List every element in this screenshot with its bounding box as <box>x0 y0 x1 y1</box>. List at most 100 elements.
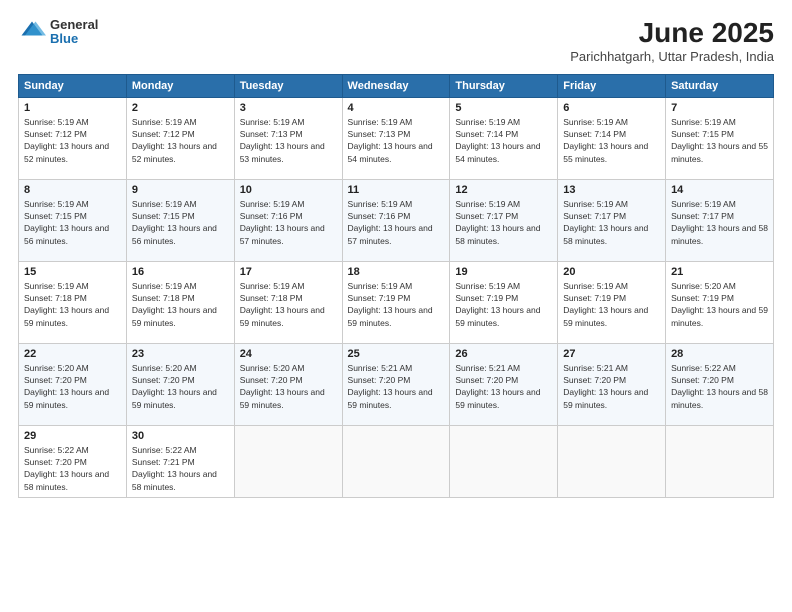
day-info: Sunrise: 5:19 AMSunset: 7:13 PMDaylight:… <box>240 116 337 165</box>
weekday-header-row: Sunday Monday Tuesday Wednesday Thursday… <box>19 74 774 97</box>
day-number: 16 <box>132 266 229 278</box>
day-info: Sunrise: 5:22 AMSunset: 7:20 PMDaylight:… <box>24 444 121 493</box>
logo-blue: Blue <box>50 32 98 46</box>
day-number: 2 <box>132 102 229 114</box>
table-row: 17 Sunrise: 5:19 AMSunset: 7:18 PMDayligh… <box>234 261 342 343</box>
calendar-row: 15 Sunrise: 5:19 AMSunset: 7:18 PMDayligh… <box>19 261 774 343</box>
table-row: 28 Sunrise: 5:22 AMSunset: 7:20 PMDayligh… <box>666 343 774 425</box>
header-friday: Friday <box>558 74 666 97</box>
logo: General Blue <box>18 18 98 47</box>
day-number: 17 <box>240 266 337 278</box>
table-row: 9 Sunrise: 5:19 AMSunset: 7:15 PMDaylight… <box>126 179 234 261</box>
day-number: 5 <box>455 102 552 114</box>
day-number: 26 <box>455 348 552 360</box>
day-info: Sunrise: 5:20 AMSunset: 7:20 PMDaylight:… <box>24 362 121 411</box>
header-thursday: Thursday <box>450 74 558 97</box>
day-info: Sunrise: 5:20 AMSunset: 7:20 PMDaylight:… <box>240 362 337 411</box>
empty-cell <box>666 425 774 497</box>
day-info: Sunrise: 5:19 AMSunset: 7:16 PMDaylight:… <box>348 198 445 247</box>
table-row: 10 Sunrise: 5:19 AMSunset: 7:16 PMDayligh… <box>234 179 342 261</box>
day-number: 22 <box>24 348 121 360</box>
table-row: 29 Sunrise: 5:22 AMSunset: 7:20 PMDayligh… <box>19 425 127 497</box>
day-number: 30 <box>132 430 229 442</box>
day-info: Sunrise: 5:19 AMSunset: 7:19 PMDaylight:… <box>563 280 660 329</box>
day-number: 9 <box>132 184 229 196</box>
empty-cell <box>234 425 342 497</box>
header-monday: Monday <box>126 74 234 97</box>
day-number: 20 <box>563 266 660 278</box>
table-row: 2 Sunrise: 5:19 AMSunset: 7:12 PMDaylight… <box>126 97 234 179</box>
day-info: Sunrise: 5:19 AMSunset: 7:12 PMDaylight:… <box>132 116 229 165</box>
day-number: 25 <box>348 348 445 360</box>
header: General Blue June 2025 Parichhatgarh, Ut… <box>18 18 774 64</box>
day-number: 10 <box>240 184 337 196</box>
table-row: 3 Sunrise: 5:19 AMSunset: 7:13 PMDaylight… <box>234 97 342 179</box>
day-info: Sunrise: 5:19 AMSunset: 7:14 PMDaylight:… <box>563 116 660 165</box>
table-row: 6 Sunrise: 5:19 AMSunset: 7:14 PMDaylight… <box>558 97 666 179</box>
day-number: 8 <box>24 184 121 196</box>
day-info: Sunrise: 5:19 AMSunset: 7:17 PMDaylight:… <box>671 198 768 247</box>
month-title: June 2025 <box>570 18 774 49</box>
table-row: 12 Sunrise: 5:19 AMSunset: 7:17 PMDayligh… <box>450 179 558 261</box>
day-number: 3 <box>240 102 337 114</box>
day-info: Sunrise: 5:19 AMSunset: 7:18 PMDaylight:… <box>240 280 337 329</box>
day-number: 29 <box>24 430 121 442</box>
day-number: 28 <box>671 348 768 360</box>
table-row: 22 Sunrise: 5:20 AMSunset: 7:20 PMDayligh… <box>19 343 127 425</box>
table-row: 20 Sunrise: 5:19 AMSunset: 7:19 PMDayligh… <box>558 261 666 343</box>
calendar-table: Sunday Monday Tuesday Wednesday Thursday… <box>18 74 774 498</box>
calendar-row: 1 Sunrise: 5:19 AMSunset: 7:12 PMDaylight… <box>19 97 774 179</box>
table-row: 1 Sunrise: 5:19 AMSunset: 7:12 PMDaylight… <box>19 97 127 179</box>
calendar-row: 29 Sunrise: 5:22 AMSunset: 7:20 PMDayligh… <box>19 425 774 497</box>
table-row: 18Sunrise: 5:19 AMSunset: 7:19 PMDayligh… <box>342 261 450 343</box>
day-info: Sunrise: 5:19 AMSunset: 7:18 PMDaylight:… <box>132 280 229 329</box>
day-number: 11 <box>348 184 445 196</box>
header-saturday: Saturday <box>666 74 774 97</box>
table-row: 16 Sunrise: 5:19 AMSunset: 7:18 PMDayligh… <box>126 261 234 343</box>
table-row: 11 Sunrise: 5:19 AMSunset: 7:16 PMDayligh… <box>342 179 450 261</box>
day-info: Sunrise: 5:21 AMSunset: 7:20 PMDaylight:… <box>563 362 660 411</box>
empty-cell <box>450 425 558 497</box>
day-info: Sunrise: 5:19 AMSunset: 7:15 PMDaylight:… <box>132 198 229 247</box>
calendar-row: 22 Sunrise: 5:20 AMSunset: 7:20 PMDayligh… <box>19 343 774 425</box>
day-info: Sunrise: 5:22 AMSunset: 7:21 PMDaylight:… <box>132 444 229 493</box>
day-info: Sunrise: 5:22 AMSunset: 7:20 PMDaylight:… <box>671 362 768 411</box>
subtitle: Parichhatgarh, Uttar Pradesh, India <box>570 49 774 64</box>
logo-general: General <box>50 18 98 32</box>
day-number: 7 <box>671 102 768 114</box>
day-number: 27 <box>563 348 660 360</box>
table-row: 19Sunrise: 5:19 AMSunset: 7:19 PMDayligh… <box>450 261 558 343</box>
empty-cell <box>558 425 666 497</box>
header-sunday: Sunday <box>19 74 127 97</box>
table-row: 25Sunrise: 5:21 AMSunset: 7:20 PMDayligh… <box>342 343 450 425</box>
day-info: Sunrise: 5:19 AMSunset: 7:18 PMDaylight:… <box>24 280 121 329</box>
day-number: 15 <box>24 266 121 278</box>
day-info: Sunrise: 5:19 AMSunset: 7:17 PMDaylight:… <box>563 198 660 247</box>
day-info: Sunrise: 5:19 AMSunset: 7:12 PMDaylight:… <box>24 116 121 165</box>
table-row: 13 Sunrise: 5:19 AMSunset: 7:17 PMDayligh… <box>558 179 666 261</box>
header-tuesday: Tuesday <box>234 74 342 97</box>
day-info: Sunrise: 5:19 AMSunset: 7:15 PMDaylight:… <box>671 116 768 165</box>
day-number: 21 <box>671 266 768 278</box>
day-number: 12 <box>455 184 552 196</box>
day-info: Sunrise: 5:21 AMSunset: 7:20 PMDaylight:… <box>455 362 552 411</box>
day-number: 1 <box>24 102 121 114</box>
day-info: Sunrise: 5:19 AMSunset: 7:16 PMDaylight:… <box>240 198 337 247</box>
day-info: Sunrise: 5:19 AMSunset: 7:19 PMDaylight:… <box>455 280 552 329</box>
table-row: 23Sunrise: 5:20 AMSunset: 7:20 PMDayligh… <box>126 343 234 425</box>
logo-text: General Blue <box>50 18 98 47</box>
day-info: Sunrise: 5:19 AMSunset: 7:17 PMDaylight:… <box>455 198 552 247</box>
day-number: 4 <box>348 102 445 114</box>
table-row: 8 Sunrise: 5:19 AMSunset: 7:15 PMDaylight… <box>19 179 127 261</box>
day-info: Sunrise: 5:19 AMSunset: 7:19 PMDaylight:… <box>348 280 445 329</box>
day-info: Sunrise: 5:19 AMSunset: 7:15 PMDaylight:… <box>24 198 121 247</box>
table-row: 26 Sunrise: 5:21 AMSunset: 7:20 PMDayligh… <box>450 343 558 425</box>
title-block: June 2025 Parichhatgarh, Uttar Pradesh, … <box>570 18 774 64</box>
table-row: 27 Sunrise: 5:21 AMSunset: 7:20 PMDayligh… <box>558 343 666 425</box>
day-number: 13 <box>563 184 660 196</box>
table-row: 7 Sunrise: 5:19 AMSunset: 7:15 PMDaylight… <box>666 97 774 179</box>
table-row: 15 Sunrise: 5:19 AMSunset: 7:18 PMDayligh… <box>19 261 127 343</box>
empty-cell <box>342 425 450 497</box>
page: General Blue June 2025 Parichhatgarh, Ut… <box>0 0 792 612</box>
day-number: 6 <box>563 102 660 114</box>
